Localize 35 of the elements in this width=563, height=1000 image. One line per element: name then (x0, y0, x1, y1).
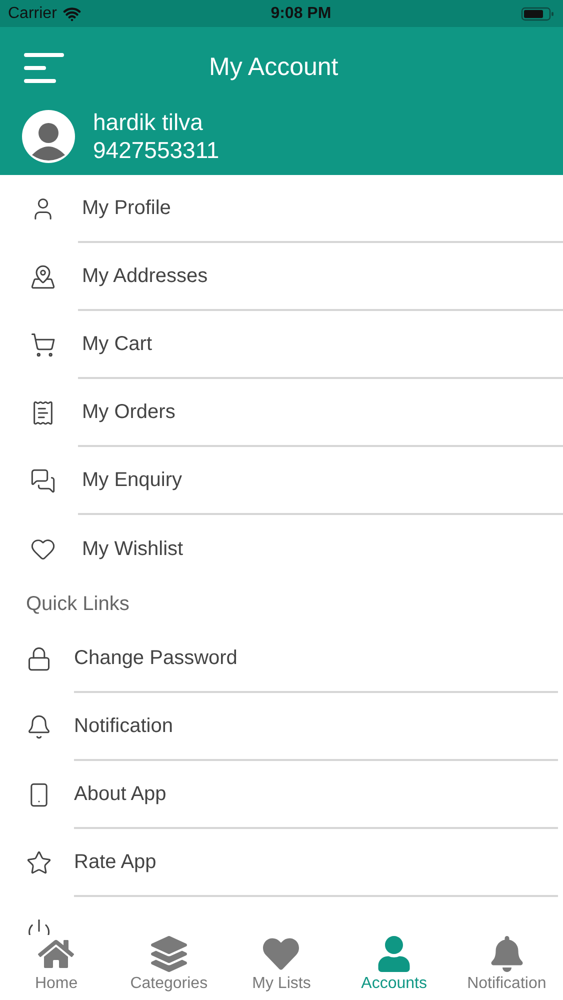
tab[interactable]: Notification (450, 936, 563, 996)
menu-button[interactable] (24, 53, 64, 83)
layers-icon (150, 936, 187, 972)
avatar (22, 110, 75, 164)
menu-item[interactable]: Rate App (74, 847, 156, 877)
tab[interactable]: Home (0, 936, 113, 996)
clock: 9:08 PM (270, 4, 332, 24)
tab[interactable]: Categories (112, 936, 226, 996)
menu-item[interactable]: My Cart (78, 329, 152, 359)
menu-item[interactable]: My Addresses (78, 261, 208, 291)
bell-icon (26, 714, 52, 740)
user-phone: 9427553311 (93, 136, 220, 164)
tab[interactable]: My Lists (225, 936, 338, 996)
wifi-icon (62, 4, 81, 22)
user-icon (376, 936, 412, 972)
menu-item[interactable]: Change Password (74, 643, 238, 673)
menu-item[interactable]: My Enquiry (78, 465, 182, 495)
user-name: hardik tilva (93, 109, 204, 137)
cart-icon (30, 332, 56, 358)
lock-icon (26, 646, 52, 672)
page-title: My Account (209, 52, 338, 84)
menu-item[interactable]: My Profile (78, 193, 171, 223)
tab[interactable]: Accounts (338, 936, 450, 996)
battery-icon (520, 6, 555, 22)
section-title: Quick Links (26, 592, 130, 617)
menu-item[interactable]: Notification (74, 711, 173, 741)
star-icon (26, 850, 52, 876)
map-pin-icon (30, 264, 56, 290)
bell-icon (488, 936, 525, 972)
chat-icon (30, 468, 56, 494)
heart-icon (263, 936, 300, 972)
menu-item[interactable]: My Orders (78, 397, 176, 427)
menu-item[interactable]: About App (74, 779, 166, 809)
menu-item[interactable]: My Wishlist (78, 534, 184, 564)
carrier-label: Carrier (8, 4, 57, 24)
